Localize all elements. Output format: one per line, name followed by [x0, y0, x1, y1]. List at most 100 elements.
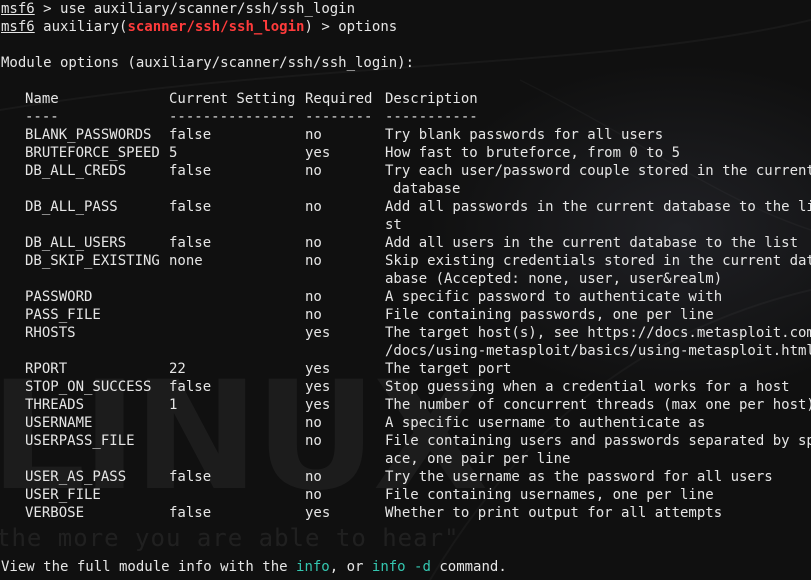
option-description: Try each user/password couple stored in … [385, 163, 811, 179]
wallpaper-tagline: the more you are able to hear" [0, 524, 460, 552]
option-required: yes [305, 361, 331, 377]
option-name: USER_FILE [25, 487, 101, 503]
option-name: USERNAME [25, 415, 93, 431]
option-name: USER_AS_PASS [25, 469, 127, 485]
option-required: yes [305, 379, 331, 395]
module-options-heading: Module options (auxiliary/scanner/ssh/ss… [1, 55, 415, 71]
option-name: DB_ALL_PASS [25, 199, 118, 215]
option-description: Try the username as the password for all… [385, 469, 773, 485]
prompt-line-use: msf6 > use auxiliary/scanner/ssh/ssh_log… [1, 0, 355, 18]
option-name: STOP_ON_SUCCESS [25, 379, 152, 395]
header-description: Description [385, 91, 478, 107]
option-required: no [305, 415, 322, 431]
option-row-username: USERNAME no A specific username to authe… [1, 414, 811, 432]
option-description: The target port [385, 361, 512, 377]
option-description-continued: database [393, 181, 461, 197]
option-row-db-all-users: DB_ALL_USERS false no Add all users in t… [1, 234, 811, 252]
option-row-db-skip-existing: DB_SKIP_EXISTING none no Skip existing c… [1, 252, 811, 270]
option-description: File containing users and passwords sepa… [385, 433, 811, 449]
table-header-underline: ---- --------------- -------- ----------… [1, 108, 811, 126]
option-description: A specific password to authenticate with [385, 289, 723, 305]
option-required: no [305, 199, 322, 215]
option-required: no [305, 127, 322, 143]
hint-suffix: command. [430, 559, 507, 575]
option-description: File containing usernames, one per line [385, 487, 714, 503]
option-row-pass-file: PASS_FILE no File containing passwords, … [1, 306, 811, 324]
option-row-user-as-pass: USER_AS_PASS false no Try the username a… [1, 468, 811, 486]
option-required: no [305, 253, 322, 269]
option-description: Stop guessing when a credential works fo… [385, 379, 790, 395]
table-header: Name Current Setting Required Descriptio… [1, 90, 811, 108]
option-description: Add all users in the current database to… [385, 235, 799, 251]
option-required: no [305, 469, 322, 485]
header-required: Required [305, 91, 373, 107]
option-row-userpass-file: USERPASS_FILE no File containing users a… [1, 432, 811, 450]
option-row-verbose: VERBOSE false yes Whether to print outpu… [1, 504, 811, 522]
option-row-db-all-creds-cont: database [1, 180, 811, 198]
option-setting: false [169, 469, 212, 485]
prompt-arrow: > [321, 19, 330, 35]
option-row-db-all-creds: DB_ALL_CREDS false no Try each user/pass… [1, 162, 811, 180]
option-required: yes [305, 397, 331, 413]
option-required: yes [305, 505, 331, 521]
option-row-stop-on-success: STOP_ON_SUCCESS false yes Stop guessing … [1, 378, 811, 396]
option-required: no [305, 235, 322, 251]
prompt-name: msf6 [1, 19, 35, 35]
terminal-window[interactable]: LINUX the more you are able to hear" msf… [0, 0, 811, 580]
prompt-arrow: > [43, 1, 52, 17]
option-description: Add all passwords in the current databas… [385, 199, 811, 215]
header-name: Name [25, 91, 59, 107]
option-name: BRUTEFORCE_SPEED [25, 145, 160, 161]
option-row-db-all-pass-cont: st [1, 216, 811, 234]
option-required: no [305, 289, 322, 305]
option-row-rhosts: RHOSTS yes The target host(s), see https… [1, 324, 811, 342]
module-info-hint: View the full module info with the info,… [1, 558, 507, 576]
underline-setting: --------------- [169, 109, 296, 125]
option-name: USERPASS_FILE [25, 433, 135, 449]
info-d-command: info -d [371, 559, 431, 575]
option-setting: 5 [169, 145, 178, 161]
command-options: options [338, 19, 398, 35]
option-description: The number of concurrent threads (max on… [385, 397, 811, 413]
option-description-continued: abase (Accepted: none, user, user&realm) [385, 271, 723, 287]
option-description: Whether to print output for all attempts [385, 505, 723, 521]
hint-middle: , or [329, 559, 372, 575]
option-required: yes [305, 325, 331, 341]
option-required: no [305, 307, 322, 323]
option-setting: false [169, 199, 212, 215]
option-required: no [305, 487, 322, 503]
module-suffix: ) [304, 19, 313, 35]
info-command: info [296, 559, 330, 575]
option-description-continued: st [385, 217, 402, 233]
option-row-blank-passwords: BLANK_PASSWORDS false no Try blank passw… [1, 126, 811, 144]
option-name: RPORT [25, 361, 68, 377]
option-required: yes [305, 145, 331, 161]
option-row-rport: RPORT 22 yes The target port [1, 360, 811, 378]
option-name: DB_ALL_USERS [25, 235, 127, 251]
option-name: VERBOSE [25, 505, 85, 521]
option-description: How fast to bruteforce, from 0 to 5 [385, 145, 681, 161]
option-required: no [305, 433, 322, 449]
underline-description: ----------- [385, 109, 478, 125]
option-row-rhosts-cont: /docs/using-metasploit/basics/using-meta… [1, 342, 811, 360]
underline-required: -------- [305, 109, 373, 125]
prompt-line-options[interactable]: msf6 auxiliary(scanner/ssh/ssh_login) > … [1, 18, 397, 36]
hint-prefix: View the full module info with the [1, 559, 297, 575]
option-row-userpass-file-cont: ace, one pair per line [1, 450, 811, 468]
option-description-continued: /docs/using-metasploit/basics/using-meta… [385, 343, 811, 359]
option-setting: 22 [169, 361, 186, 377]
option-row-user-file: USER_FILE no File containing usernames, … [1, 486, 811, 504]
option-description-continued: ace, one pair per line [385, 451, 571, 467]
option-setting: false [169, 235, 212, 251]
prompt-name: msf6 [1, 1, 35, 17]
option-row-threads: THREADS 1 yes The number of concurrent t… [1, 396, 811, 414]
module-prefix: auxiliary( [43, 19, 128, 35]
underline-name: ---- [25, 109, 59, 125]
option-required: no [305, 163, 322, 179]
option-setting: 1 [169, 397, 178, 413]
header-setting: Current Setting [169, 91, 296, 107]
option-row-bruteforce-speed: BRUTEFORCE_SPEED 5 yes How fast to brute… [1, 144, 811, 162]
option-row-db-skip-existing-cont: abase (Accepted: none, user, user&realm) [1, 270, 811, 288]
option-description: Skip existing credentials stored in the … [385, 253, 811, 269]
option-description: Try blank passwords for all users [385, 127, 664, 143]
